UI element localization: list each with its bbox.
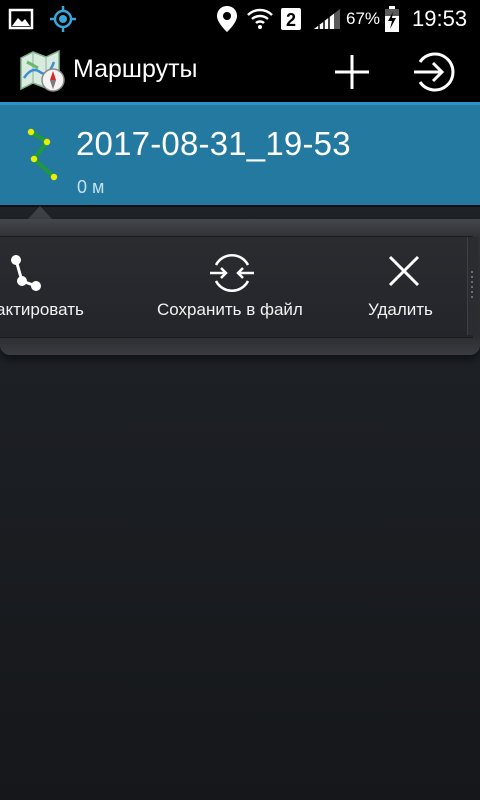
list-divider	[0, 205, 480, 207]
delete-route-label: Удалить	[368, 300, 433, 319]
svg-text:2: 2	[286, 10, 296, 30]
save-to-file-label: Сохранить в файл	[157, 300, 303, 319]
close-icon	[386, 253, 422, 294]
battery-charging-icon	[384, 0, 400, 38]
activate-route-label: актировать	[0, 300, 84, 319]
quick-action-popup: актировать Сохранить в файл Удалить	[0, 219, 480, 355]
sim-2-icon: 2	[280, 0, 302, 38]
exit-icon	[414, 52, 455, 92]
quick-action-bar: актировать Сохранить в файл Удалить	[0, 236, 473, 338]
route-name: 2017-08-31_19-53	[76, 125, 351, 162]
delete-route-button[interactable]: Удалить	[360, 237, 450, 337]
add-route-button[interactable]	[332, 52, 372, 92]
activate-route-button[interactable]: актировать	[0, 237, 110, 337]
route-edit-icon	[7, 253, 43, 298]
action-bar: Маршруты	[0, 38, 480, 105]
save-to-file-button[interactable]: Сохранить в файл	[150, 237, 315, 337]
wifi-icon	[246, 0, 274, 38]
route-list-item[interactable]: 2017-08-31_19-53 0 м	[0, 105, 480, 205]
exit-button[interactable]	[412, 52, 456, 92]
add-icon	[335, 55, 369, 89]
route-path-icon	[22, 125, 62, 190]
save-to-file-icon	[208, 253, 256, 298]
route-distance: 0 м	[77, 177, 105, 197]
map-app-icon[interactable]	[18, 48, 66, 99]
popup-scroll-grip[interactable]	[471, 271, 473, 301]
page-title: Маршруты	[73, 55, 198, 83]
gps-icon	[50, 0, 76, 38]
signal-icon	[312, 0, 342, 38]
image-icon	[8, 0, 34, 38]
status-bar: 2 67% 19:53	[0, 0, 480, 38]
popup-pointer	[28, 206, 52, 219]
location-icon	[216, 0, 238, 38]
clock: 19:53	[412, 6, 468, 31]
battery-percent: 67%	[346, 9, 381, 28]
